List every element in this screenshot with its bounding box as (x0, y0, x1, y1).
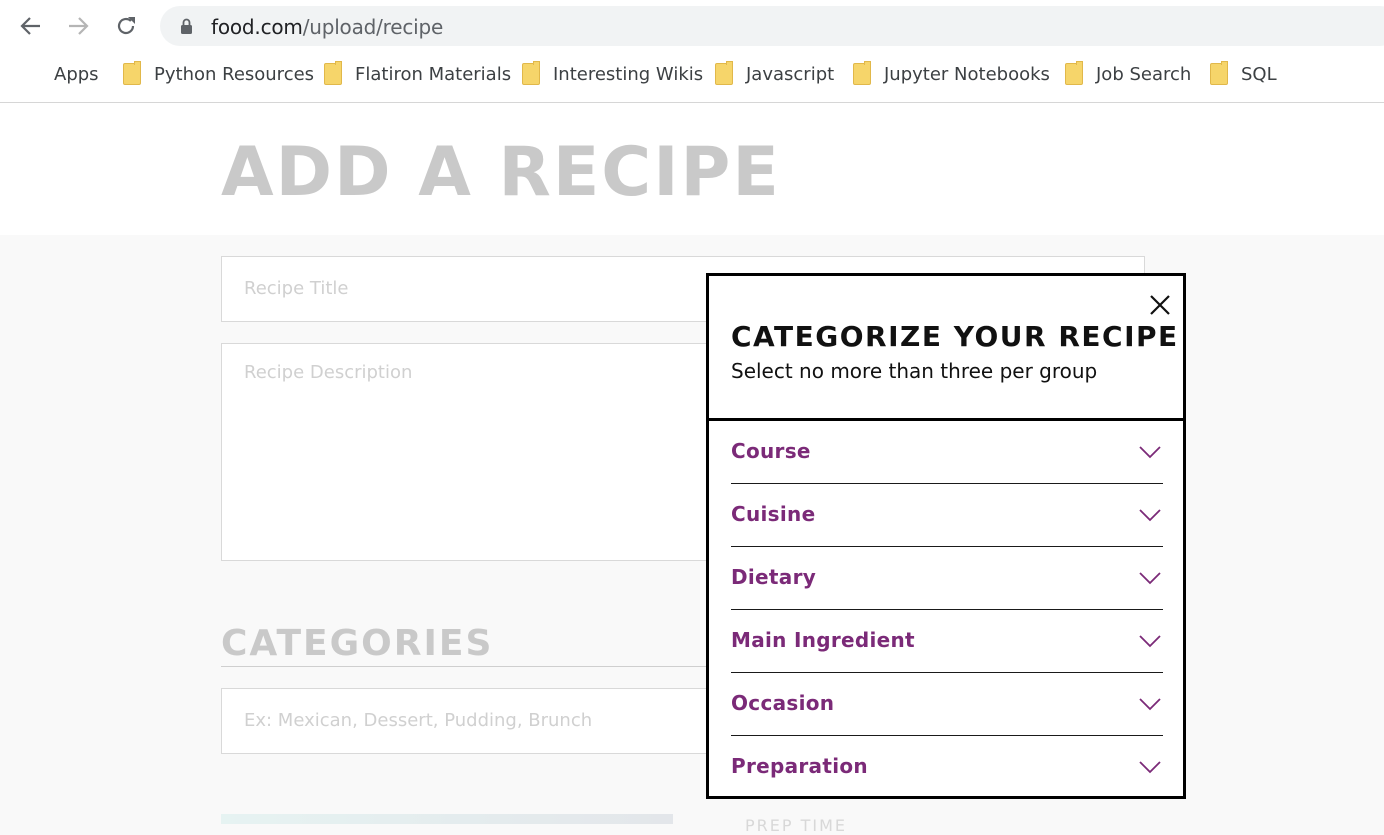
chevron-down-icon (1139, 509, 1161, 522)
category-group-preparation[interactable]: Preparation (731, 736, 1163, 798)
bookmark-label: Flatiron Materials (355, 63, 512, 85)
bookmark-label: Javascript (746, 63, 835, 85)
url-path: /upload/recipe (302, 15, 444, 39)
reload-icon (117, 17, 135, 35)
chevron-down-icon (1139, 446, 1161, 459)
category-groups: Course Cuisine Dietary Main Ingredient O… (731, 421, 1163, 798)
category-group-occasion[interactable]: Occasion (731, 673, 1163, 736)
arrow-left-icon (20, 17, 40, 35)
bookmarks-bar: Apps Python Resources Flatiron Materials… (0, 56, 1384, 92)
group-label: Dietary (731, 565, 817, 589)
category-group-main-ingredient[interactable]: Main Ingredient (731, 610, 1163, 673)
url-text: food.com/upload/recipe (211, 15, 443, 39)
close-icon (1150, 295, 1170, 315)
bookmark-label: Interesting Wikis (553, 63, 704, 85)
apps-grid-icon (21, 64, 41, 84)
categorize-modal: CATEGORIZE YOUR RECIPE Select no more th… (706, 273, 1186, 799)
group-label: Main Ingredient (731, 628, 915, 652)
arrow-right-icon (69, 17, 89, 35)
bookmark-label: Jupyter Notebooks (884, 63, 1050, 85)
category-group-dietary[interactable]: Dietary (731, 547, 1163, 610)
folder-icon (522, 61, 540, 85)
lock-icon (181, 18, 192, 34)
prep-time-label: PREP TIME (745, 816, 848, 835)
bookmark-python-resources[interactable]: Python Resources (123, 56, 314, 92)
bookmark-sql[interactable]: SQL (1210, 56, 1277, 92)
bookmark-javascript[interactable]: Javascript (715, 56, 834, 92)
group-label: Occasion (731, 691, 835, 715)
bookmark-apps[interactable]: Apps (21, 56, 99, 92)
bookmark-label: Job Search (1096, 63, 1192, 85)
folder-icon (715, 61, 733, 85)
folder-icon (853, 61, 871, 85)
url-host: food.com (211, 15, 303, 39)
group-label: Course (731, 439, 811, 463)
browser-chrome: food.com/upload/recipe Apps Python Resou… (0, 0, 1384, 103)
bookmark-job-search[interactable]: Job Search (1065, 56, 1191, 92)
folder-icon (324, 61, 342, 85)
category-group-course[interactable]: Course (731, 421, 1163, 484)
page-title: ADD A RECIPE (221, 133, 781, 212)
group-label: Cuisine (731, 502, 816, 526)
bookmark-jupyter-notebooks[interactable]: Jupyter Notebooks (853, 56, 1050, 92)
close-button[interactable] (1146, 291, 1174, 319)
folder-icon (1065, 61, 1083, 85)
modal-title: CATEGORIZE YOUR RECIPE (731, 320, 1179, 353)
folder-icon (1210, 61, 1228, 85)
chevron-down-icon (1139, 761, 1161, 774)
back-button[interactable] (14, 9, 48, 43)
modal-subtitle: Select no more than three per group (731, 359, 1098, 383)
folder-icon (123, 61, 141, 85)
group-label: Preparation (731, 754, 868, 778)
categories-heading: CATEGORIES (221, 623, 494, 664)
bookmark-interesting-wikis[interactable]: Interesting Wikis (522, 56, 703, 92)
modal-header: CATEGORIZE YOUR RECIPE Select no more th… (709, 276, 1183, 421)
address-bar[interactable]: food.com/upload/recipe (160, 6, 1384, 46)
bookmark-label: Apps (54, 63, 99, 85)
chevron-down-icon (1139, 698, 1161, 711)
bookmark-flatiron-materials[interactable]: Flatiron Materials (324, 56, 511, 92)
bookmark-label: SQL (1241, 63, 1277, 85)
chevron-down-icon (1139, 572, 1161, 585)
bookmark-label: Python Resources (154, 63, 315, 85)
forward-button[interactable] (61, 9, 95, 43)
page-header: ADD A RECIPE (0, 103, 1384, 235)
category-group-cuisine[interactable]: Cuisine (731, 484, 1163, 547)
reload-button[interactable] (109, 9, 143, 43)
chevron-down-icon (1139, 635, 1161, 648)
